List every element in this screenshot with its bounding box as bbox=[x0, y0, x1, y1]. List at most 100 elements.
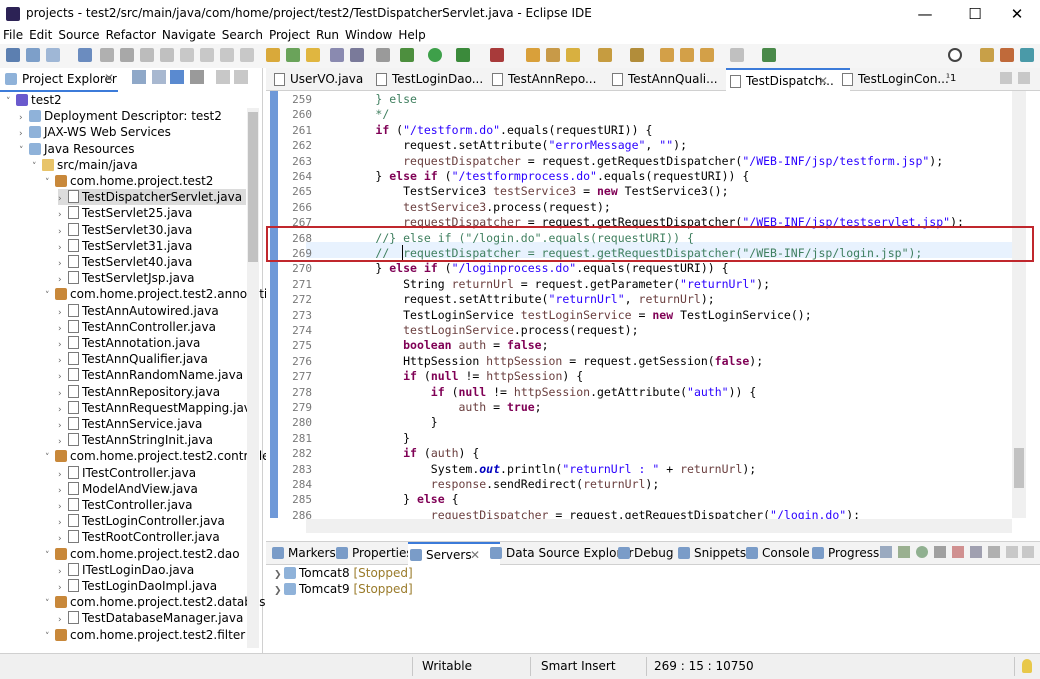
tree-item-file[interactable]: › TestAnnAutowired.java bbox=[58, 303, 219, 319]
view-menu-icon[interactable] bbox=[190, 70, 204, 84]
tree-item-file[interactable]: › TestAnnotation.java bbox=[58, 335, 200, 351]
chevron-down-icon[interactable]: ˅ bbox=[45, 288, 55, 304]
tree-item-file[interactable]: › TestDispatcherServlet.java bbox=[58, 189, 246, 206]
editor-scrollbar-thumb[interactable] bbox=[1014, 448, 1024, 488]
menu-help[interactable]: Help bbox=[395, 28, 428, 42]
server-row[interactable]: ❯ Tomcat9 [Stopped] bbox=[274, 581, 413, 597]
tree-item-folder[interactable]: ˅ com.home.project.test2.filter bbox=[45, 627, 245, 643]
collapse-all-icon[interactable] bbox=[132, 70, 146, 84]
tree-item-folder[interactable]: ˅ com.home.project.test2.database bbox=[45, 594, 273, 610]
tree-item-file[interactable]: › TestAnnRandomName.java bbox=[58, 367, 243, 383]
external-tools-icon[interactable] bbox=[490, 48, 504, 62]
run-icon[interactable] bbox=[428, 48, 442, 62]
menu-run[interactable]: Run bbox=[313, 28, 342, 42]
menu-edit[interactable]: Edit bbox=[26, 28, 55, 42]
maximize-view-icon[interactable] bbox=[234, 70, 248, 84]
open-perspective-icon[interactable] bbox=[980, 48, 994, 62]
tab-data-source-explorer[interactable]: Data Source Explorer bbox=[488, 542, 633, 564]
minimize-editor-icon[interactable] bbox=[1000, 72, 1012, 84]
tree-item-file[interactable]: › TestAnnService.java bbox=[58, 416, 202, 432]
tree-item-file[interactable]: › TestServlet25.java bbox=[58, 205, 192, 221]
search-tool-icon[interactable] bbox=[630, 48, 644, 62]
tab-properties[interactable]: Properties bbox=[334, 542, 413, 564]
step-return-icon[interactable] bbox=[240, 48, 254, 62]
close-tab-icon[interactable]: ✕ bbox=[104, 71, 114, 85]
tree-item-file[interactable]: › TestAnnRequestMapping.java bbox=[58, 400, 258, 416]
minimize-view-icon[interactable] bbox=[1006, 546, 1018, 558]
minimize-view-icon[interactable] bbox=[216, 70, 230, 84]
highlight-icon[interactable] bbox=[306, 48, 320, 62]
tree-item-file[interactable]: › TestRootController.java bbox=[58, 529, 220, 545]
debug-server-icon[interactable] bbox=[898, 546, 910, 558]
view-menu-icon[interactable] bbox=[988, 546, 1000, 558]
show-whitespace-icon[interactable] bbox=[350, 48, 364, 62]
link-with-editor-icon[interactable] bbox=[152, 70, 166, 84]
maximize-view-icon[interactable] bbox=[1022, 546, 1034, 558]
chevron-down-icon[interactable]: ˅ bbox=[32, 159, 42, 175]
paragraph-icon[interactable] bbox=[376, 48, 390, 62]
next-annotation-icon[interactable] bbox=[660, 48, 674, 62]
tree-item-folder[interactable]: ˅ com.home.project.test2.controller bbox=[45, 448, 274, 464]
maximize-button[interactable]: ☐ bbox=[952, 0, 998, 28]
tree-item-file[interactable]: › TestAnnRepository.java bbox=[58, 384, 220, 400]
tree-item-file[interactable]: › TestLoginDaoImpl.java bbox=[58, 578, 217, 594]
project-explorer-tab[interactable]: Project Explorer ✕ bbox=[0, 68, 118, 92]
more-tabs-indicator[interactable]: ¹1 bbox=[942, 68, 966, 90]
menu-project[interactable]: Project bbox=[266, 28, 313, 42]
coverage-icon[interactable] bbox=[456, 48, 470, 62]
minimize-button[interactable]: — bbox=[902, 0, 948, 28]
tab-console[interactable]: Console bbox=[744, 542, 810, 564]
step-over-icon[interactable] bbox=[220, 48, 234, 62]
tab-progress[interactable]: Progress bbox=[810, 542, 879, 564]
tree-item-file[interactable]: › ITestController.java bbox=[58, 465, 196, 481]
resume-icon[interactable] bbox=[120, 48, 134, 62]
tree-item-folder[interactable]: ˅ com.home.project.test2.dao bbox=[45, 546, 240, 562]
new-package-icon[interactable] bbox=[546, 48, 560, 62]
chevron-down-icon[interactable]: ˅ bbox=[45, 629, 55, 645]
close-button[interactable]: ✕ bbox=[994, 0, 1040, 28]
tree-item-file[interactable]: › TestLoginController.java bbox=[58, 513, 225, 529]
pin-editor-icon[interactable] bbox=[762, 48, 776, 62]
block-selection-icon[interactable] bbox=[330, 48, 344, 62]
chevron-down-icon[interactable]: ˅ bbox=[6, 94, 16, 110]
tree-item-folder[interactable]: › JAX-WS Web Services bbox=[19, 124, 171, 140]
new-class-icon[interactable] bbox=[566, 48, 580, 62]
editor-tab[interactable]: TestLoginDao... bbox=[372, 68, 490, 90]
chevron-down-icon[interactable]: ˅ bbox=[45, 596, 55, 612]
editor-horizontal-scrollbar[interactable] bbox=[306, 519, 1012, 533]
chevron-down-icon[interactable]: ˅ bbox=[45, 175, 55, 191]
disconnect-icon[interactable] bbox=[180, 48, 194, 62]
chevron-down-icon[interactable]: ˅ bbox=[45, 548, 55, 564]
previous-annotation-icon[interactable] bbox=[680, 48, 694, 62]
tree-item-file[interactable]: › TestController.java bbox=[58, 497, 193, 513]
maximize-editor-icon[interactable] bbox=[1018, 72, 1030, 84]
editor-tab-active[interactable]: TestDispatch... ✕ bbox=[726, 68, 850, 91]
editor-tab[interactable]: TestLoginCon... bbox=[838, 68, 958, 90]
expand-arrow-icon[interactable]: ❯ bbox=[274, 583, 284, 599]
terminate-icon[interactable] bbox=[160, 48, 174, 62]
chevron-down-icon[interactable]: ˅ bbox=[19, 143, 29, 159]
menu-refactor[interactable]: Refactor bbox=[103, 28, 159, 42]
step-into-icon[interactable] bbox=[200, 48, 214, 62]
search-icon[interactable] bbox=[948, 48, 962, 62]
editor-tab[interactable]: TestAnnQuali... bbox=[608, 68, 726, 90]
java-ee-perspective-icon[interactable] bbox=[1000, 48, 1014, 62]
toggle-breakpoint-icon[interactable] bbox=[100, 48, 114, 62]
debug-icon[interactable] bbox=[400, 48, 414, 62]
tree-item-file[interactable]: › TestAnnStringInit.java bbox=[58, 432, 213, 448]
terminal-icon[interactable] bbox=[78, 48, 92, 62]
tree-item-file[interactable]: › ITestLoginDao.java bbox=[58, 562, 194, 578]
tree-item-file[interactable]: › TestServletJsp.java bbox=[58, 270, 194, 286]
tree-item-folder[interactable]: ˅ com.home.project.test2 bbox=[45, 173, 213, 189]
server-row[interactable]: ❯ Tomcat8 [Stopped] bbox=[274, 565, 413, 581]
tree-item-file[interactable]: › ModelAndView.java bbox=[58, 481, 198, 497]
tab-snippets[interactable]: Snippets bbox=[676, 542, 746, 564]
filter-icon[interactable] bbox=[170, 70, 184, 84]
editor-tab[interactable]: UserVO.java bbox=[270, 68, 382, 90]
profile-server-icon[interactable] bbox=[934, 546, 946, 558]
stop-server-icon[interactable] bbox=[952, 546, 964, 558]
save-icon[interactable] bbox=[26, 48, 40, 62]
tree-item-file[interactable]: › TestServlet40.java bbox=[58, 254, 192, 270]
tree-item-folder[interactable]: › Deployment Descriptor: test2 bbox=[19, 108, 222, 124]
forward-icon[interactable] bbox=[730, 48, 744, 62]
